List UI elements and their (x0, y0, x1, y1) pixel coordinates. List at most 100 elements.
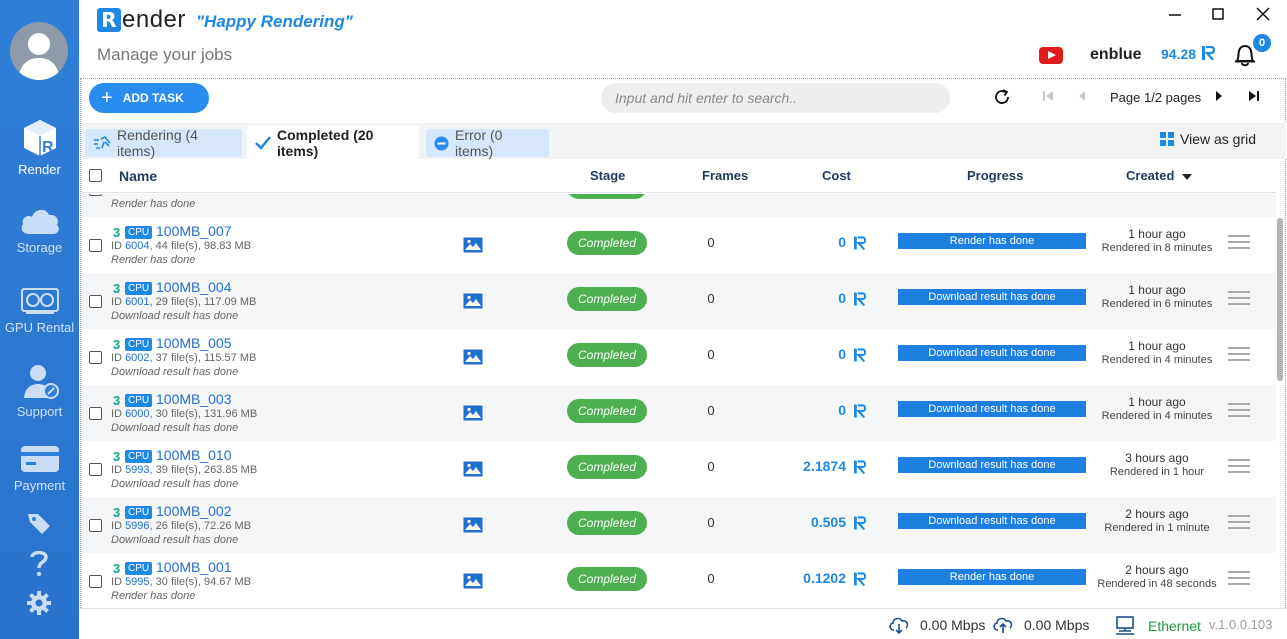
frames-count: 0 (707, 235, 715, 250)
table-row[interactable]: 3 CPU 100MB_002 ID 5996, 26 file(s), 72.26 … (81, 497, 1276, 553)
job-id[interactable]: 5995 (125, 576, 149, 588)
avatar[interactable] (10, 22, 68, 80)
render-duration: Rendered in 4 minutes (1101, 410, 1213, 422)
view-as-grid-button[interactable]: View as grid (1160, 131, 1256, 147)
row-menu-icon[interactable] (1228, 515, 1250, 533)
job-id[interactable]: 5996 (125, 520, 149, 532)
image-preview-icon[interactable] (463, 461, 483, 477)
job-name-link[interactable]: 100MB_005 (156, 335, 232, 351)
scrollbar-thumb[interactable] (1277, 218, 1283, 381)
table-row[interactable]: 3 CPU 100MB_007 ID 6004, 44 file(s), 98.83 … (81, 217, 1276, 273)
select-all-checkbox[interactable] (89, 169, 102, 182)
job-id[interactable]: 6002 (125, 352, 149, 364)
sidebar-item-storage[interactable]: Storage (0, 206, 79, 255)
job-name-link[interactable]: 100MB_002 (156, 503, 232, 519)
created-time: 3 hours ago (1125, 451, 1189, 465)
row-menu-icon[interactable] (1228, 347, 1250, 365)
row-checkbox[interactable] (89, 407, 102, 420)
row-menu-icon[interactable] (1228, 459, 1250, 477)
credit-r-icon (854, 236, 866, 250)
row-menu-icon[interactable] (1228, 194, 1250, 197)
minimize-icon (1169, 14, 1181, 16)
image-preview-icon[interactable] (463, 293, 483, 309)
sidebar-item-payment[interactable]: Payment (0, 444, 79, 493)
image-preview-icon[interactable] (463, 573, 483, 589)
image-preview-icon[interactable] (463, 517, 483, 533)
sidebar-item-label: Payment (13, 478, 66, 493)
image-preview-icon[interactable] (463, 237, 483, 253)
tab-rendering[interactable]: Rendering (4 items) (85, 127, 242, 159)
maximize-button[interactable] (1207, 4, 1229, 26)
cpu-count: 3 (113, 393, 121, 408)
row-checkbox[interactable] (89, 463, 102, 476)
table-row[interactable]: 3 CPU 100MB_005 ID 6002, 37 file(s), 115.57… (81, 329, 1276, 385)
column-cost[interactable]: Cost (822, 168, 851, 183)
cost-value: 0.505 (810, 514, 846, 530)
created-time: 1 hour ago (1128, 339, 1186, 353)
minimize-button[interactable] (1164, 4, 1186, 26)
tab-label: Error (0 items) (455, 127, 503, 159)
progress-bar: Download result has done (898, 401, 1086, 417)
help-icon[interactable] (27, 549, 51, 577)
table-row[interactable]: 3 CPU 100MB_003 ID 6000, 30 file(s), 131.96… (81, 385, 1276, 441)
add-task-button[interactable]: + ADD TASK (89, 83, 209, 113)
row-menu-icon[interactable] (1228, 403, 1250, 421)
row-checkbox[interactable] (89, 575, 102, 588)
gpu-card-icon (20, 288, 59, 314)
created-time: 1 hour ago (1128, 283, 1186, 297)
search-input[interactable] (601, 83, 950, 113)
support-agent-icon (23, 365, 59, 399)
table-row[interactable]: Render has done (81, 194, 1276, 217)
sidebar-item-render[interactable]: R Render (0, 118, 79, 177)
row-checkbox[interactable] (89, 239, 102, 252)
job-status: Render has done (111, 254, 196, 266)
row-checkbox[interactable] (89, 519, 102, 532)
job-id[interactable]: 6001 (125, 296, 149, 308)
column-name[interactable]: Name (119, 168, 157, 184)
first-page-button[interactable] (1038, 88, 1058, 108)
close-button[interactable] (1252, 4, 1274, 26)
job-id[interactable]: 6000 (125, 408, 149, 420)
sidebar-item-gpu-rental[interactable]: GPU Rental (0, 286, 79, 335)
row-checkbox[interactable] (89, 194, 102, 196)
column-frames[interactable]: Frames (702, 168, 748, 183)
job-name-link[interactable]: 100MB_003 (156, 391, 232, 407)
next-page-button[interactable] (1209, 88, 1229, 108)
row-menu-icon[interactable] (1228, 291, 1250, 309)
column-created[interactable]: Created (1126, 168, 1193, 183)
tab-error[interactable]: Error (0 items) (426, 127, 549, 159)
youtube-icon[interactable] (1039, 47, 1063, 64)
row-checkbox[interactable] (89, 295, 102, 308)
last-page-button[interactable] (1244, 88, 1264, 108)
job-id[interactable]: 6004 (125, 240, 149, 252)
tag-icon[interactable] (26, 510, 52, 536)
cpu-count: 3 (113, 225, 121, 240)
column-progress[interactable]: Progress (967, 168, 1023, 183)
job-file-info: , 30 file(s), 94.67 MB (149, 576, 252, 588)
prev-page-button[interactable] (1072, 88, 1092, 108)
render-cube-icon: R (23, 120, 56, 156)
column-stage[interactable]: Stage (590, 168, 625, 183)
job-meta: ID 5995, 30 file(s), 94.67 MB (111, 576, 252, 588)
sidebar-item-support[interactable]: Support (0, 360, 79, 419)
table-row[interactable]: 3 CPU 100MB_010 ID 5993, 39 file(s), 263.85… (81, 441, 1276, 497)
refresh-button[interactable] (992, 88, 1012, 108)
tab-completed[interactable]: Completed (20 items) (247, 126, 419, 159)
notification-badge: 0 (1253, 34, 1271, 52)
table-row[interactable]: 3 CPU 100MB_001 ID 5995, 30 file(s), 94.67 … (81, 553, 1276, 606)
job-name-link[interactable]: 100MB_007 (156, 223, 232, 239)
row-checkbox[interactable] (89, 351, 102, 364)
render-duration: Rendered in 8 minutes (1101, 242, 1213, 254)
job-id[interactable]: 5993 (125, 464, 149, 476)
image-preview-icon[interactable] (463, 405, 483, 421)
job-name-link[interactable]: 100MB_004 (156, 279, 232, 295)
job-name-link[interactable]: 100MB_010 (156, 447, 232, 463)
row-menu-icon[interactable] (1228, 235, 1250, 253)
job-name-link[interactable]: 100MB_001 (156, 559, 232, 575)
row-menu-icon[interactable] (1228, 571, 1250, 589)
job-meta: ID 6002, 37 file(s), 115.57 MB (111, 352, 257, 364)
image-preview-icon[interactable] (463, 349, 483, 365)
gear-icon[interactable] (26, 590, 52, 616)
table-row[interactable]: 3 CPU 100MB_004 ID 6001, 29 file(s), 117.09… (81, 273, 1276, 329)
cost-value: 0 (838, 290, 846, 306)
